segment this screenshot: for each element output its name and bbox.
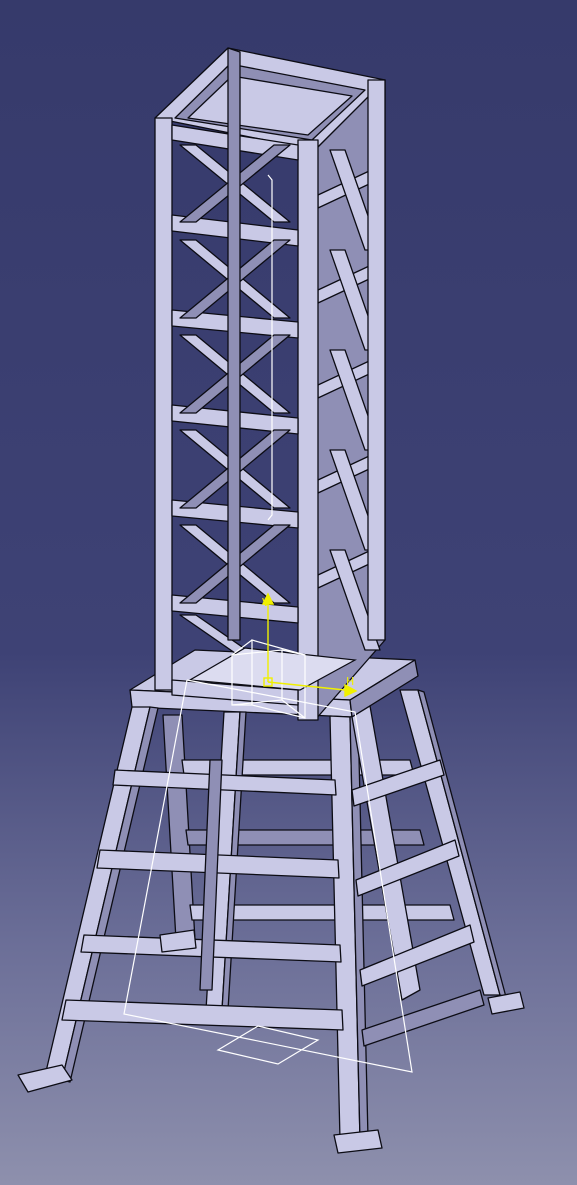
foot-front-left[interactable] [17,1064,73,1093]
lattice-tower[interactable] [154,47,386,721]
bottom-crossbar[interactable] [61,999,344,1031]
tower-front-left-column[interactable] [154,117,173,691]
3d-viewport[interactable]: V H [0,0,577,1185]
foot-back-left[interactable] [159,929,197,953]
sketch-ground-square [216,1025,320,1065]
tower-front-right-column[interactable] [297,139,319,721]
h-axis-label: H [346,675,354,688]
v-axis-label: V [262,596,270,609]
base-stand[interactable] [17,649,525,1154]
front-left-leg[interactable] [43,706,151,1081]
cad-model-scene[interactable]: V H [0,0,577,1185]
